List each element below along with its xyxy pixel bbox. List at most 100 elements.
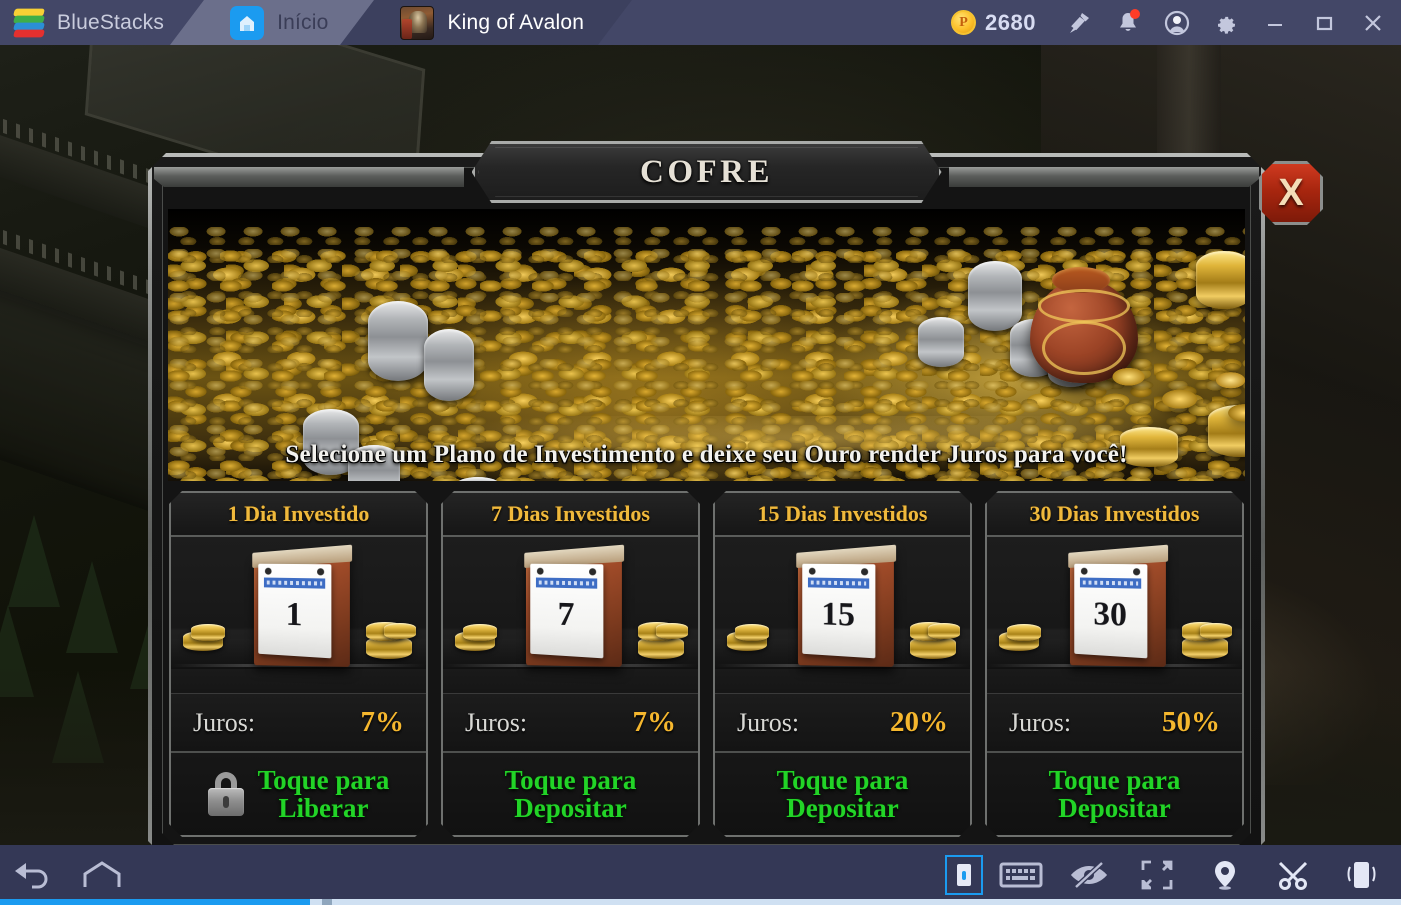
calendar-hole [264, 568, 271, 575]
hide-overlay-eye-icon[interactable] [1061, 852, 1117, 898]
calendar-hole [1080, 568, 1087, 575]
calendar-hole [317, 568, 324, 575]
card-artwork: 1 [171, 537, 426, 693]
card-artwork: 30 [987, 537, 1242, 693]
keyboard-controls-icon[interactable] [993, 852, 1049, 898]
card-interest-row: Juros: 20% [715, 693, 970, 751]
gold-coin-icon [928, 623, 960, 639]
background-tree [8, 515, 60, 607]
bottom-progress-strip[interactable] [0, 899, 1401, 905]
close-window-icon[interactable] [1348, 0, 1397, 45]
fullscreen-expand-icon[interactable] [1129, 852, 1185, 898]
calendar-page: 7 [530, 564, 603, 659]
settings-gear-icon[interactable] [1201, 0, 1250, 45]
tab-edge [170, 0, 205, 45]
bluestacks-logo-icon [13, 8, 45, 38]
tab-edge [598, 0, 633, 45]
investment-card-15-days[interactable]: 15 Dias Investidos 15 Juros: 20% Toque p… [713, 491, 972, 837]
game-app-icon [400, 5, 435, 40]
treasure-banner: Selecione um Plano de Investimento e dei… [168, 209, 1245, 481]
gold-coin-icon [463, 624, 497, 641]
calendar-hole [808, 568, 815, 575]
screenshot-scissors-icon[interactable] [1265, 852, 1321, 898]
android-back-icon[interactable] [6, 852, 62, 898]
calendar-header-bar [1079, 578, 1140, 589]
interest-label: Juros: [465, 707, 528, 737]
game-viewport[interactable]: COFRE X Selecione um Plano de Investimen… [0, 45, 1401, 845]
gold-coin-icon [384, 623, 416, 639]
card-action-button[interactable]: Toque para Depositar [443, 751, 698, 835]
tab-king-of-avalon[interactable]: King of Avalon [374, 0, 633, 45]
card-action-button[interactable]: Toque para Liberar [171, 751, 426, 835]
calendar-hole [1133, 568, 1140, 575]
card-action-label: Toque para Liberar [257, 764, 390, 823]
bluestacks-bottom-toolbar [0, 845, 1401, 905]
investment-card-1-day[interactable]: 1 Dia Investido 1 Juros: 7% Toque para L… [169, 491, 428, 837]
interest-value: 20% [890, 706, 948, 738]
interest-label: Juros: [193, 707, 256, 737]
points-coin-icon: P [951, 10, 977, 35]
dialog-shoulder-right [949, 167, 1259, 187]
tap-control-icon[interactable] [945, 855, 983, 895]
android-home-icon[interactable] [74, 852, 130, 898]
tab-inicio-label: Início [277, 10, 329, 34]
calendar-hole [536, 568, 543, 575]
home-app-icon [230, 5, 265, 40]
titlebar-drag-region [632, 0, 952, 45]
lock-icon [208, 772, 244, 816]
gold-coin-icon [191, 624, 225, 641]
bluestacks-points[interactable]: P 2680 [951, 10, 1036, 36]
cofre-dialog: COFRE X Selecione um Plano de Investimen… [148, 153, 1265, 845]
card-header-label: 30 Dias Investidos [1029, 501, 1200, 526]
minimize-icon[interactable] [1250, 0, 1299, 45]
gold-coin-icon [1200, 623, 1232, 639]
card-interest-row: Juros: 50% [987, 693, 1242, 751]
pin-broadcast-icon[interactable] [1054, 0, 1103, 45]
calendar-page: 1 [258, 564, 331, 659]
location-pin-icon[interactable] [1197, 852, 1253, 898]
calendar-icon: 1 [243, 552, 355, 670]
bottom-toolbar-tools [929, 852, 1401, 898]
card-action-button[interactable]: Toque para Depositar [987, 751, 1242, 835]
calendar-day-number: 7 [557, 595, 574, 634]
tab-bluestacks[interactable]: BlueStacks [0, 0, 205, 45]
card-header-label: 7 Dias Investidos [491, 501, 650, 526]
card-header-label: 15 Dias Investidos [757, 501, 928, 526]
calendar-day-number: 1 [285, 595, 302, 634]
calendar-icon: 7 [515, 552, 627, 670]
interest-value: 7% [360, 706, 404, 738]
investment-card-30-days[interactable]: 30 Dias Investidos 30 Juros: 50% Toque p… [985, 491, 1244, 837]
page-title: COFRE [640, 153, 773, 190]
interest-label: Juros: [1009, 707, 1072, 737]
interest-value: 50% [1162, 706, 1220, 738]
investment-plan-list: 1 Dia Investido 1 Juros: 7% Toque para L… [168, 491, 1245, 837]
card-artwork: 7 [443, 537, 698, 693]
investment-card-7-days[interactable]: 7 Dias Investidos 7 Juros: 7% Toque para… [441, 491, 700, 837]
lock-body [208, 788, 244, 816]
dialog-shoulder-left [154, 167, 464, 187]
calendar-header-bar [263, 578, 324, 589]
card-header: 15 Dias Investidos [715, 493, 970, 537]
card-interest-row: Juros: 7% [443, 693, 698, 751]
notifications-bell-icon[interactable] [1103, 0, 1152, 45]
calendar-hole [589, 568, 596, 575]
close-icon: X [1278, 172, 1304, 214]
interest-value: 7% [632, 706, 676, 738]
shake-device-icon[interactable] [1333, 852, 1389, 898]
maximize-icon[interactable] [1299, 0, 1348, 45]
card-interest-row: Juros: 7% [171, 693, 426, 751]
calendar-header-bar [535, 578, 596, 589]
dialog-close-button[interactable]: X [1259, 161, 1323, 225]
gold-coin-stack [1196, 251, 1245, 309]
silver-coin-stack [918, 317, 964, 367]
calendar-header-bar [807, 578, 868, 589]
user-account-icon[interactable] [1152, 0, 1201, 45]
interest-label: Juros: [737, 707, 800, 737]
tab-inicio[interactable]: Início [204, 0, 375, 45]
money-bag-tie [1038, 289, 1130, 323]
card-action-label: Toque para Depositar [504, 764, 637, 823]
gold-coin-icon [656, 623, 688, 639]
card-header-label: 1 Dia Investido [227, 501, 370, 526]
calendar-page: 15 [802, 564, 875, 659]
card-action-button[interactable]: Toque para Depositar [715, 751, 970, 835]
